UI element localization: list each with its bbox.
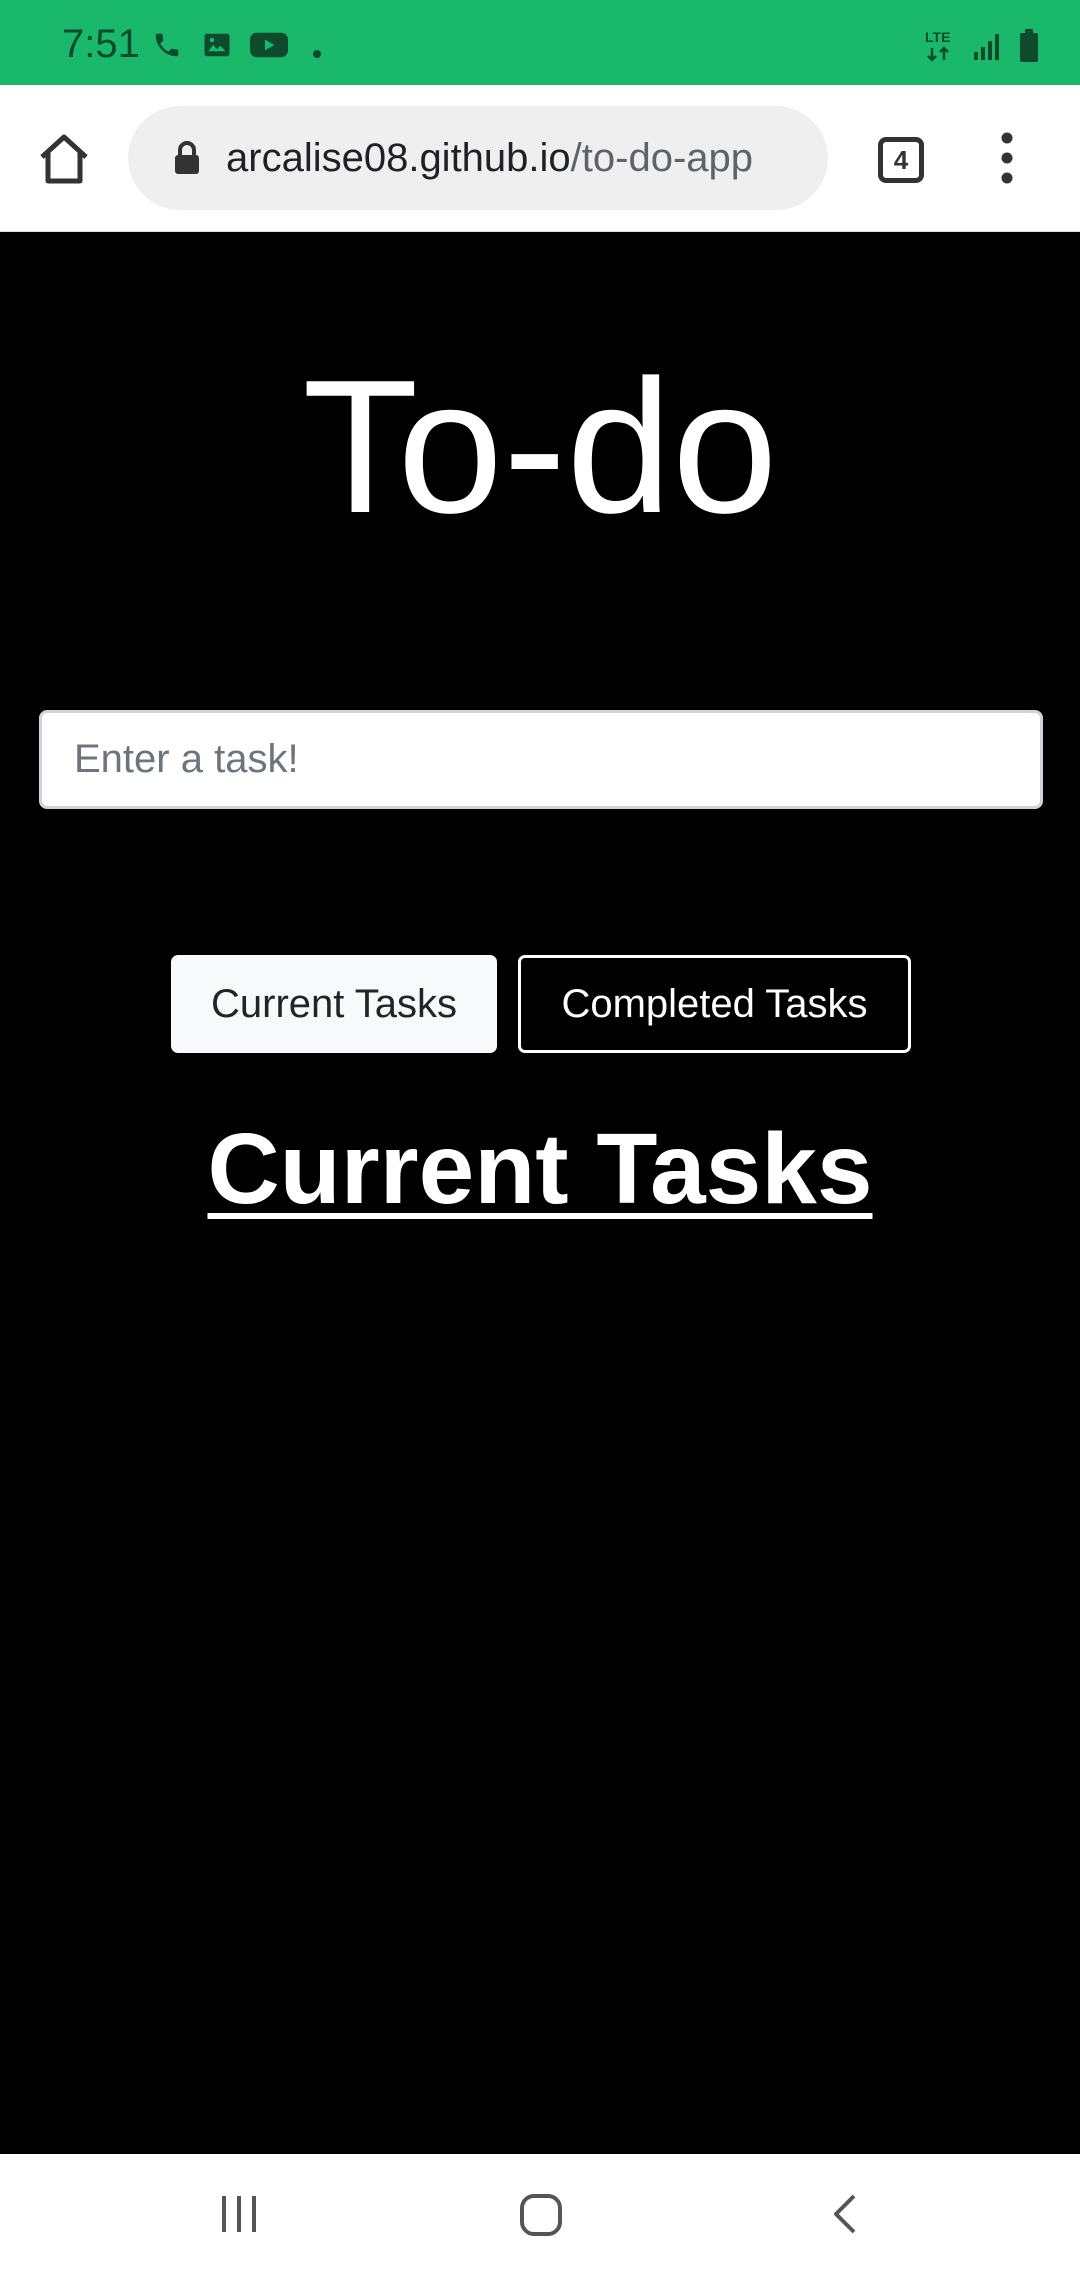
browser-menu-icon[interactable] xyxy=(990,130,1024,186)
app-title: To-do xyxy=(302,341,778,553)
completed-tasks-button[interactable]: Completed Tasks xyxy=(518,955,911,1053)
status-time: 7:51 xyxy=(62,22,140,66)
battery-icon xyxy=(1018,28,1040,69)
signal-icon xyxy=(972,30,1002,67)
back-icon[interactable] xyxy=(824,2192,868,2241)
current-tasks-button[interactable]: Current Tasks xyxy=(171,955,497,1053)
screen: 7:51 LTE arcalise08.github.io/to-do-app … xyxy=(0,0,1080,2280)
section-heading: Current Tasks xyxy=(207,1113,873,1225)
status-bar: 7:51 LTE xyxy=(0,0,1080,85)
web-page: To-do Current Tasks Completed Tasks Curr… xyxy=(0,232,1080,2154)
status-right: LTE xyxy=(924,28,1040,69)
dot-icon xyxy=(312,46,322,64)
phone-icon xyxy=(152,30,182,65)
browser-toolbar: arcalise08.github.io/to-do-app 4 xyxy=(0,85,1080,232)
tab-switcher-button[interactable]: 4 xyxy=(878,137,924,183)
gallery-icon xyxy=(202,30,232,65)
system-nav-bar xyxy=(0,2154,1080,2280)
lte-label: LTE xyxy=(925,29,950,45)
recent-apps-icon[interactable] xyxy=(218,2192,262,2241)
url-domain: arcalise08.github.io xyxy=(226,135,571,180)
task-input[interactable] xyxy=(39,710,1043,809)
url-path: /to-do-app xyxy=(570,135,754,180)
lock-icon xyxy=(172,140,202,176)
youtube-icon xyxy=(250,30,288,65)
lte-icon: LTE xyxy=(924,28,956,69)
browser-home-icon[interactable] xyxy=(32,127,96,191)
home-icon[interactable] xyxy=(518,2192,564,2243)
url-text: arcalise08.github.io/to-do-app xyxy=(226,136,753,181)
address-bar[interactable]: arcalise08.github.io/to-do-app xyxy=(128,106,828,210)
